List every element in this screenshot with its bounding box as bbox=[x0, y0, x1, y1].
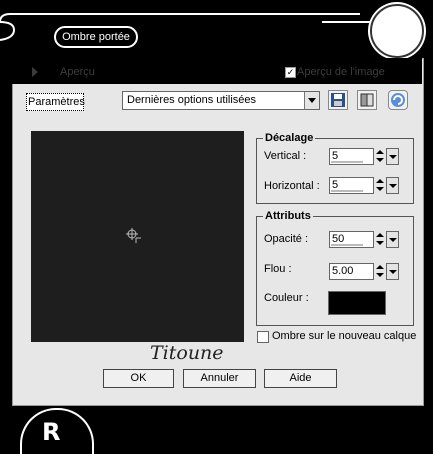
help-button[interactable]: Aide bbox=[264, 369, 337, 388]
color-label: Couleur : bbox=[264, 292, 309, 304]
horizontal-stepper[interactable]: 5 bbox=[329, 177, 399, 194]
horizontal-spin-arrows[interactable] bbox=[375, 177, 385, 194]
brand-r-icon: R bbox=[42, 418, 61, 446]
vertical-spin-arrows[interactable] bbox=[375, 148, 385, 165]
opacity-dropdown-button[interactable] bbox=[386, 231, 399, 248]
vertical-stepper[interactable]: 5 bbox=[329, 148, 399, 165]
new-layer-checkbox[interactable] bbox=[257, 331, 269, 343]
dropdown-arrow-icon[interactable] bbox=[304, 92, 319, 109]
cancel-button[interactable]: Annuler bbox=[183, 369, 256, 388]
opacity-slider[interactable] bbox=[331, 244, 363, 246]
logo-circle-icon bbox=[370, 4, 424, 58]
preview-toggle-label[interactable]: Aperçu bbox=[60, 66, 95, 78]
opacity-stepper[interactable]: 50 bbox=[329, 231, 399, 248]
new-layer-label: Ombre sur le nouveau calque bbox=[272, 330, 417, 342]
crosshair-cursor-icon bbox=[126, 228, 141, 243]
vertical-slider[interactable] bbox=[331, 161, 363, 163]
ok-button[interactable]: OK bbox=[103, 369, 174, 388]
vertical-label: Vertical : bbox=[264, 150, 307, 162]
image-preview-checkbox[interactable]: ✓ bbox=[285, 67, 296, 78]
load-preset-icon bbox=[360, 93, 374, 107]
reset-icon bbox=[391, 93, 405, 107]
color-swatch[interactable] bbox=[328, 291, 386, 315]
offset-legend: Décalage bbox=[265, 132, 314, 144]
horizontal-label: Horizontal : bbox=[264, 180, 320, 192]
preset-value: Dernières options utilisées bbox=[127, 94, 257, 106]
settings-label: Paramètres bbox=[26, 93, 85, 111]
preset-select[interactable]: Dernières options utilisées bbox=[122, 91, 320, 110]
signature-watermark: Titoune bbox=[150, 342, 224, 364]
opacity-spin-arrows[interactable] bbox=[375, 231, 385, 248]
opacity-label: Opacité : bbox=[264, 233, 309, 245]
horizontal-dropdown-button[interactable] bbox=[386, 177, 399, 194]
save-preset-button[interactable] bbox=[328, 90, 348, 110]
blur-input[interactable]: 5.00 bbox=[329, 263, 374, 280]
load-preset-button[interactable] bbox=[357, 90, 377, 110]
blur-stepper[interactable]: 5.00 bbox=[329, 263, 399, 280]
blur-spin-arrows[interactable] bbox=[375, 263, 385, 280]
blur-label: Flou : bbox=[264, 263, 292, 275]
reset-button[interactable] bbox=[388, 90, 408, 110]
horizontal-slider[interactable] bbox=[331, 190, 363, 192]
attributes-legend: Attributs bbox=[265, 210, 311, 222]
expand-arrow-icon[interactable] bbox=[32, 67, 38, 77]
window-title: Ombre portée bbox=[54, 26, 138, 48]
vertical-dropdown-button[interactable] bbox=[386, 148, 399, 165]
image-preview-label: Aperçu de l'image bbox=[297, 66, 385, 78]
blur-dropdown-button[interactable] bbox=[386, 263, 399, 280]
save-icon bbox=[331, 93, 345, 107]
